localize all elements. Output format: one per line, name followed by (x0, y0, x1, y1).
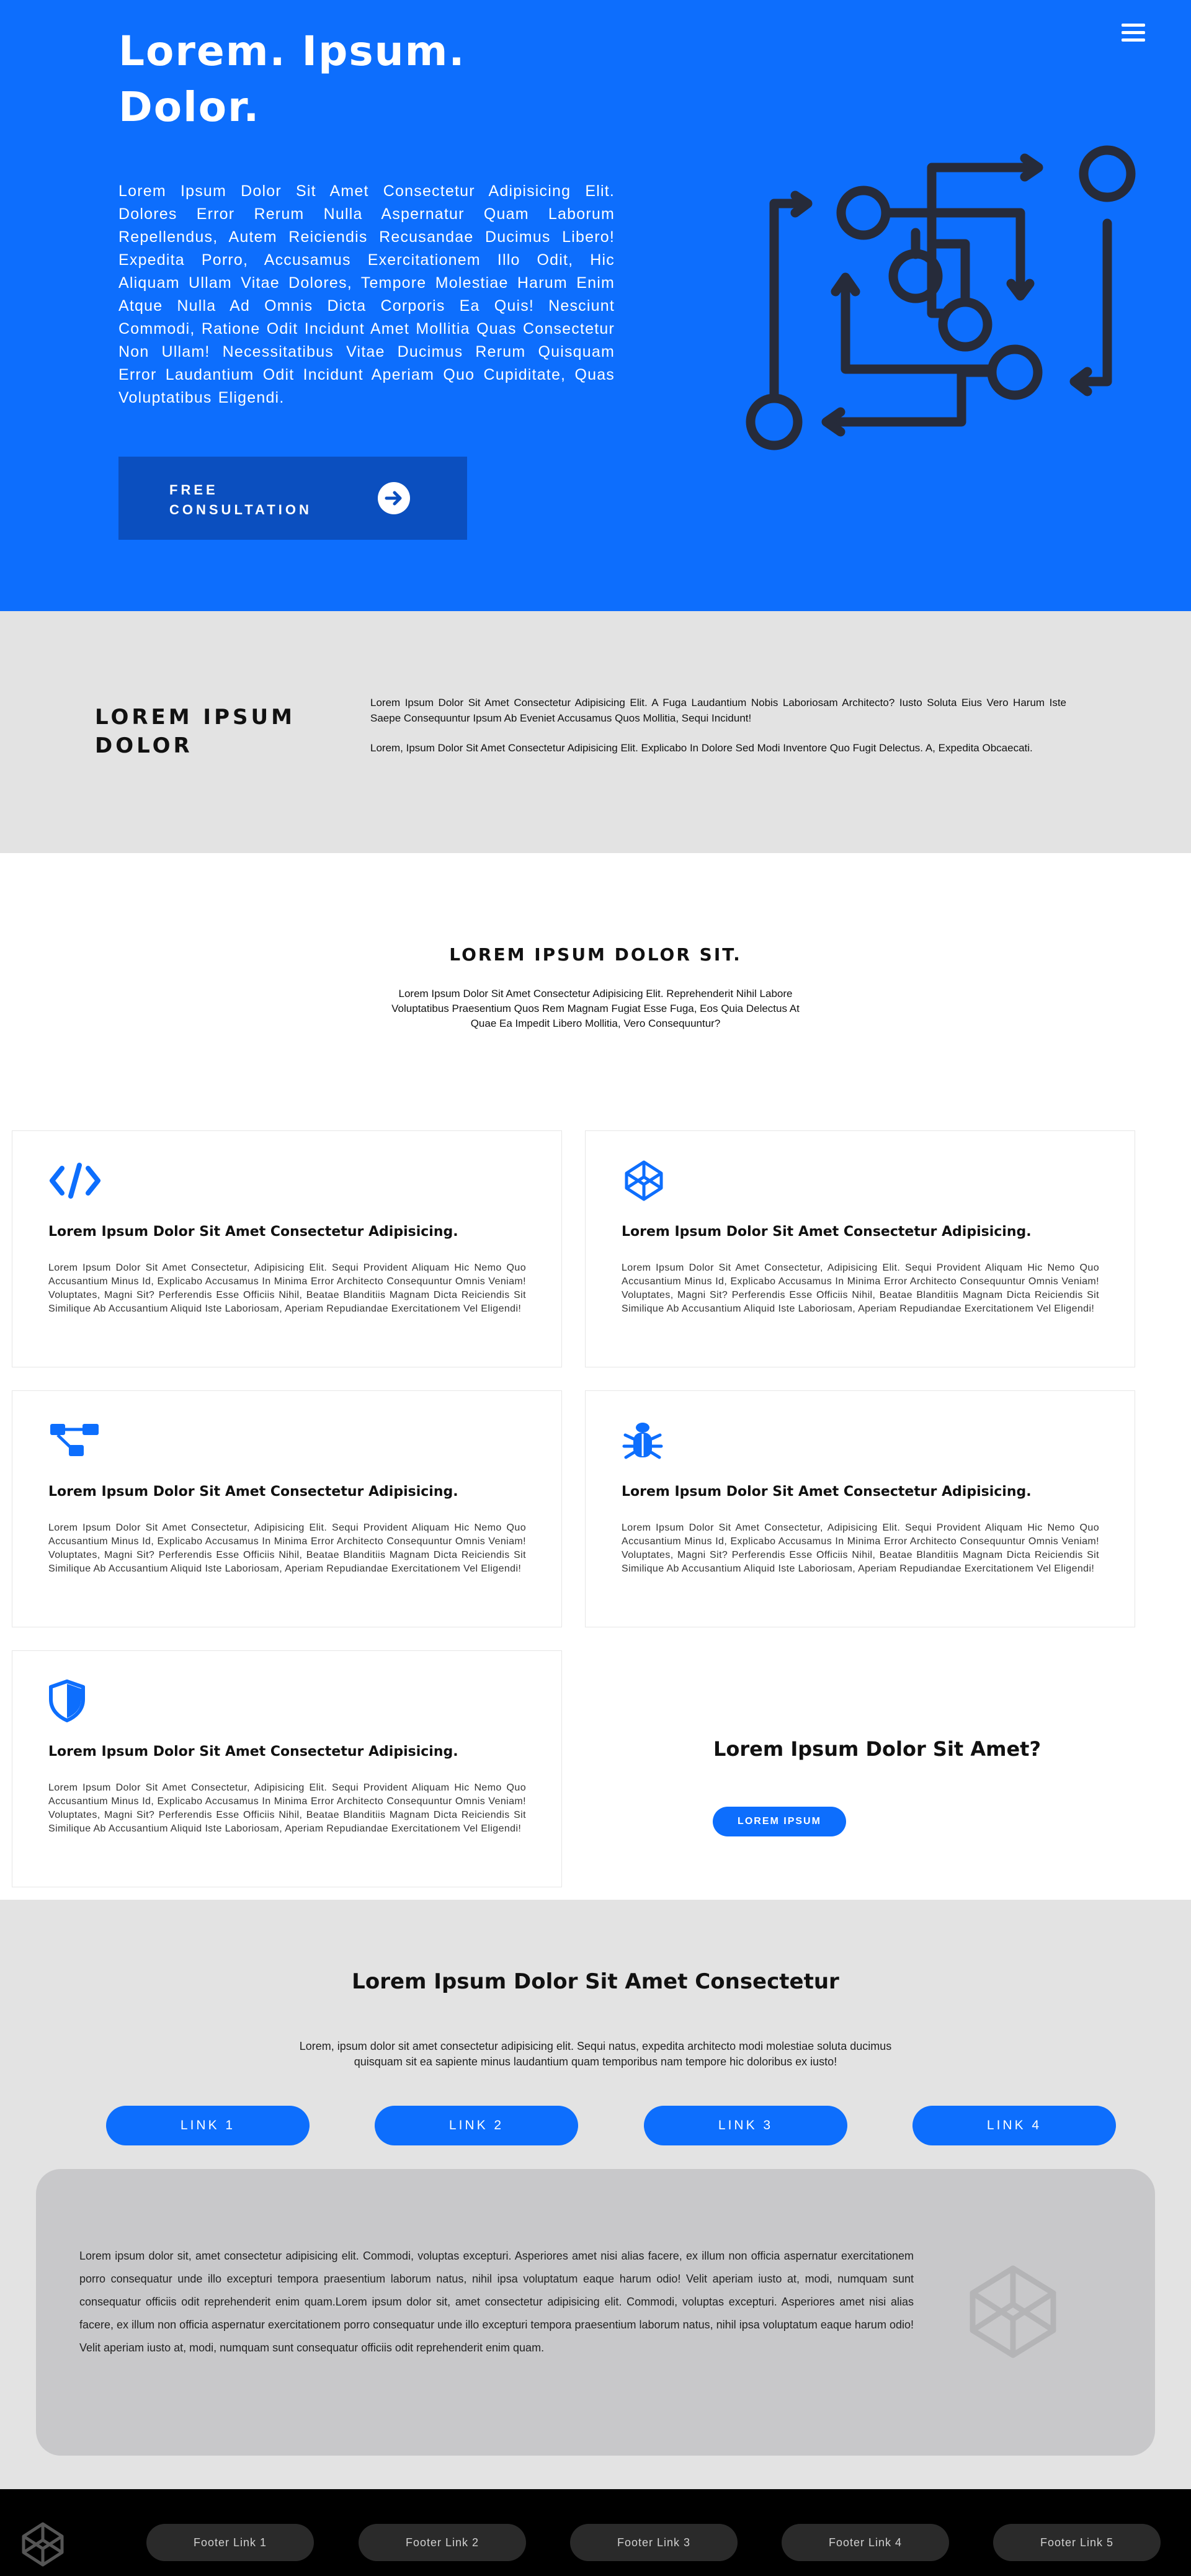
cta-question: Lorem Ipsum Dolor Sit Amet? (713, 1737, 1042, 1761)
link-1-button[interactable]: LINK 1 (106, 2106, 310, 2145)
service-card-title: Lorem Ipsum Dolor Sit Amet Consectetur A… (48, 1224, 458, 1240)
services-title: LOREM IPSUM DOLOR SIT. (449, 944, 742, 965)
arrow-right-icon (378, 482, 410, 514)
service-card-title: Lorem Ipsum Dolor Sit Amet Consectetur A… (48, 1484, 458, 1500)
free-consultation-label: FREE CONSULTATION (169, 482, 312, 517)
hero-title: Lorem. Ipsum. Dolor. (118, 27, 466, 131)
code-icon (50, 1163, 100, 1199)
hero-section: Lorem. Ipsum. Dolor. Lorem Ipsum Dolor S… (0, 0, 1191, 611)
service-card: Lorem Ipsum Dolor Sit Amet Consectetur A… (585, 1390, 1135, 1627)
links-title: Lorem Ipsum Dolor Sit Amet Consectetur (352, 1969, 839, 1994)
services-subtitle: Lorem Ipsum Dolor Sit Amet Consectetur A… (391, 988, 800, 1029)
footer-link-1[interactable]: Footer Link 1 (146, 2524, 314, 2561)
about-paragraph-1: Lorem Ipsum Dolor Sit Amet Consectetur A… (370, 697, 1066, 724)
service-card-text: Lorem Ipsum Dolor Sit Amet Consectetur, … (622, 1523, 1099, 1574)
about-title: LOREM IPSUM DOLOR (95, 705, 295, 758)
about-paragraph-2: Lorem, Ipsum Dolor Sit Amet Consectetur … (370, 742, 1033, 754)
footer-link-4[interactable]: Footer Link 4 (782, 2524, 949, 2561)
shield-icon (49, 1679, 85, 1722)
footer: Footer Link 1 Footer Link 2 Footer Link … (0, 2489, 1191, 2576)
links-subtitle: Lorem, ipsum dolor sit amet consectetur … (299, 2040, 892, 2068)
service-card-text: Lorem Ipsum Dolor Sit Amet Consectetur, … (48, 1523, 526, 1574)
footer-link-3[interactable]: Footer Link 3 (570, 2524, 738, 2561)
cta-button[interactable]: LOREM IPSUM (713, 1807, 846, 1836)
service-card-title: Lorem Ipsum Dolor Sit Amet Consectetur A… (48, 1744, 458, 1760)
codepen-icon (625, 1160, 663, 1201)
footer-link-2[interactable]: Footer Link 2 (359, 2524, 526, 2561)
panel-text: Lorem ipsum dolor sit, amet consectetur … (79, 2250, 914, 2354)
service-card: Lorem Ipsum Dolor Sit Amet Consectetur A… (12, 1130, 562, 1367)
link-4-button[interactable]: LINK 4 (912, 2106, 1116, 2145)
workflow-illustration (746, 145, 1136, 450)
links-section: Lorem Ipsum Dolor Sit Amet Consectetur L… (0, 1900, 1191, 2489)
codepen-icon (970, 2265, 1056, 2358)
free-consultation-button[interactable]: FREE CONSULTATION (118, 457, 467, 540)
service-card-title: Lorem Ipsum Dolor Sit Amet Consectetur A… (622, 1484, 1032, 1500)
info-panel: Lorem ipsum dolor sit, amet consectetur … (36, 2169, 1155, 2456)
sitemap-icon (50, 1424, 99, 1456)
about-section: LOREM IPSUM DOLOR Lorem Ipsum Dolor Sit … (0, 611, 1191, 853)
service-card: Lorem Ipsum Dolor Sit Amet Consectetur A… (12, 1650, 562, 1887)
service-card-text: Lorem Ipsum Dolor Sit Amet Consectetur, … (622, 1263, 1099, 1314)
service-card: Lorem Ipsum Dolor Sit Amet Consectetur A… (12, 1390, 562, 1627)
service-card-text: Lorem Ipsum Dolor Sit Amet Consectetur, … (48, 1263, 526, 1314)
hero-text: Lorem Ipsum Dolor Sit Amet Consectetur A… (118, 182, 615, 406)
link-2-button[interactable]: LINK 2 (375, 2106, 578, 2145)
service-card-title: Lorem Ipsum Dolor Sit Amet Consectetur A… (622, 1224, 1032, 1240)
codepen-icon[interactable] (19, 2520, 67, 2569)
menu-icon[interactable] (1122, 24, 1145, 43)
service-card: Lorem Ipsum Dolor Sit Amet Consectetur A… (585, 1130, 1135, 1367)
service-card-text: Lorem Ipsum Dolor Sit Amet Consectetur, … (48, 1782, 526, 1834)
footer-link-5[interactable]: Footer Link 5 (993, 2524, 1161, 2561)
bug-icon (622, 1423, 663, 1459)
link-3-button[interactable]: LINK 3 (644, 2106, 847, 2145)
